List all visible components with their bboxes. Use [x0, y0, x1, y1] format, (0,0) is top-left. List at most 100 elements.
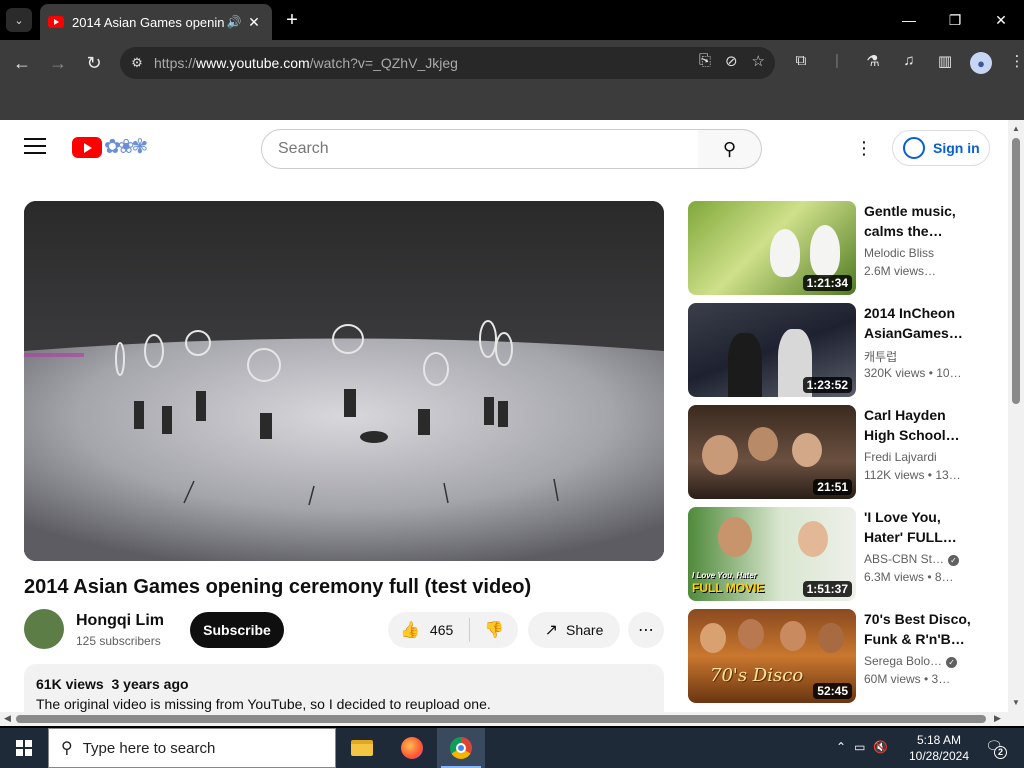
bookmark-star-icon[interactable]: ☆	[752, 52, 765, 70]
share-button[interactable]: ↗ Share	[528, 612, 620, 648]
scroll-right-arrow-icon[interactable]: ▶	[994, 713, 1001, 724]
video-duration: 1:51:37	[802, 581, 852, 597]
video-title-link[interactable]: Gentle music, calms the…	[864, 201, 984, 241]
browser-tab-strip: ⌄ 2014 Asian Games opening ceremony full…	[0, 0, 1024, 40]
forward-arrow-icon[interactable]: →	[46, 51, 70, 75]
tab-close-icon[interactable]: ✕	[244, 14, 264, 31]
video-title-link[interactable]: Carl Hayden High School…	[864, 405, 984, 445]
address-url[interactable]: https://www.youtube.com/watch?v=_QZhV_Jk…	[154, 55, 458, 71]
logo-doodle-flowers-icon[interactable]: ✿❀✾	[104, 134, 148, 159]
like-button[interactable]: 👍 465	[388, 618, 470, 642]
vertical-scroll-thumb[interactable]	[1012, 138, 1020, 404]
recommended-video[interactable]: 70's Disco 52:45 70's Best Disco, Funk & …	[688, 609, 988, 703]
browser-toolbar: ← → ↻ ⚙ https://www.youtube.com/watch?v=…	[0, 40, 1024, 86]
channel-name[interactable]: ABS-CBN St… ✓	[864, 552, 960, 566]
horizontal-scroll-thumb[interactable]	[16, 715, 986, 723]
search-input[interactable]: Search	[261, 129, 699, 169]
video-thumbnail[interactable]: 1:23:52	[688, 303, 856, 397]
video-thumbnail[interactable]: 1:21:34	[688, 201, 856, 295]
notifications-button[interactable]: 🗨 2	[982, 738, 1007, 759]
verified-check-icon: ✓	[946, 657, 958, 668]
tab-search-button[interactable]: ⌄	[6, 8, 32, 32]
bookmarks-bar	[0, 86, 1024, 120]
chevron-up-icon[interactable]: ⌃	[836, 740, 846, 754]
new-tab-button[interactable]: +	[282, 8, 302, 32]
scroll-left-arrow-icon[interactable]: ◀	[4, 713, 11, 724]
address-bar[interactable]: ⚙ https://www.youtube.com/watch?v=_QZhV_…	[120, 47, 775, 79]
recommended-video[interactable]: I Love You, Hater FULL MOVIE 1:51:37 'I …	[688, 507, 988, 601]
site-info-icon[interactable]: ⚙	[120, 55, 154, 71]
verified-check-icon: ✓	[948, 555, 960, 566]
system-clock[interactable]: 5:18 AM 10/28/2024	[904, 732, 974, 764]
settings-kebab-icon[interactable]: ⋮	[855, 137, 873, 159]
search-button[interactable]: ⚲	[698, 129, 762, 169]
description-box[interactable]: 61K views 3 years ago The original video…	[24, 664, 664, 712]
horizontal-scrollbar[interactable]: ◀ ▶	[0, 712, 1024, 726]
extensions-puzzle-icon[interactable]: ⧉	[790, 52, 812, 74]
media-control-icon[interactable]: ♫	[898, 52, 920, 74]
thumbnail-caption: I Love You, Hater	[692, 571, 757, 580]
channel-name[interactable]: Hongqi Lim	[76, 612, 164, 630]
network-icon[interactable]: ▭	[854, 740, 865, 754]
system-tray: ⌃ ▭ 🔇	[836, 740, 888, 754]
labs-flask-icon[interactable]: ⚗	[862, 52, 884, 74]
install-app-icon[interactable]: ⎘	[699, 52, 711, 70]
reload-icon[interactable]: ↻	[82, 51, 106, 75]
windows-taskbar: ⚲ Type here to search ⌃ ▭ 🔇 5:18 AM 10/2…	[0, 728, 1024, 768]
channel-avatar[interactable]	[24, 609, 64, 649]
video-title-link[interactable]: 'I Love You, Hater' FULL…	[864, 507, 984, 547]
video-player[interactable]	[24, 201, 664, 561]
side-panel-icon[interactable]: ▥	[934, 52, 956, 74]
browser-tab-active[interactable]: 2014 Asian Games opening ceremony full (…	[40, 4, 272, 40]
recommended-video[interactable]: 21:51 Carl Hayden High School… Fredi Lajv…	[688, 405, 988, 499]
video-duration: 52:45	[813, 683, 852, 699]
video-stats: 112K views • 13…	[864, 468, 961, 482]
youtube-logo[interactable]	[72, 137, 102, 158]
video-title-link[interactable]: 2014 InCheon AsianGames…	[864, 303, 984, 343]
video-thumbnail[interactable]: 21:51	[688, 405, 856, 499]
toolbar-divider: |	[835, 52, 839, 69]
taskbar-search-box[interactable]: ⚲ Type here to search	[48, 728, 336, 768]
scroll-up-arrow-icon[interactable]: ▲	[1012, 124, 1020, 133]
notification-count: 2	[994, 746, 1007, 759]
close-window-icon[interactable]: ✕	[986, 8, 1016, 32]
restore-icon[interactable]: ❐	[940, 8, 970, 32]
video-title-link[interactable]: 70's Best Disco, Funk & R'n'B…	[864, 609, 984, 649]
video-stats: 320K views • 10…	[864, 366, 962, 380]
thumbnail-caption: FULL MOVIE	[692, 581, 765, 595]
minimize-icon[interactable]: —	[894, 8, 924, 32]
sign-in-button[interactable]: Sign in	[892, 130, 990, 166]
volume-muted-icon[interactable]: 🔇	[873, 740, 888, 754]
channel-name[interactable]: 캐투럽	[864, 348, 897, 365]
taskbar-chrome[interactable]	[437, 728, 485, 768]
chrome-menu-icon[interactable]: ⋮	[1006, 52, 1024, 74]
taskbar-firefox[interactable]	[388, 728, 436, 768]
description-text: The original video is missing from YouTu…	[36, 696, 491, 712]
dislike-button[interactable]: 👎	[470, 620, 518, 640]
subscribe-button[interactable]: Subscribe	[190, 612, 284, 648]
recommended-video[interactable]: 1:23:52 2014 InCheon AsianGames… 캐투럽 320K…	[688, 303, 988, 397]
channel-name[interactable]: Melodic Bliss	[864, 246, 934, 260]
hamburger-menu-icon[interactable]	[24, 138, 46, 156]
video-thumbnail[interactable]: 70's Disco 52:45	[688, 609, 856, 703]
recommended-video[interactable]: 1:21:34 Gentle music, calms the… Melodic …	[688, 201, 988, 295]
channel-name[interactable]: Fredi Lajvardi	[864, 450, 937, 464]
masthead: ✿❀✾ Search ⚲ ⋮ Sign in	[0, 120, 1008, 176]
share-arrow-icon: ↗	[544, 622, 559, 639]
thumbs-up-icon: 👍	[400, 622, 420, 639]
search-icon: ⚲	[61, 740, 73, 757]
more-actions-button[interactable]: ⋯	[628, 612, 664, 648]
start-button[interactable]	[0, 728, 48, 768]
scroll-down-arrow-icon[interactable]: ▼	[1012, 698, 1020, 707]
eye-off-icon[interactable]: ⊘	[725, 52, 738, 70]
video-thumbnail[interactable]: I Love You, Hater FULL MOVIE 1:51:37	[688, 507, 856, 601]
profile-avatar-icon[interactable]: ●	[970, 52, 992, 74]
speaker-icon[interactable]: 🔊	[224, 15, 244, 29]
back-arrow-icon[interactable]: ←	[10, 51, 34, 75]
vertical-scrollbar[interactable]: ▲ ▼	[1008, 120, 1024, 712]
channel-name[interactable]: Serega Bolo… ✓	[864, 654, 958, 668]
video-stats: 6.3M views • 8…	[864, 570, 954, 584]
youtube-page: ✿❀✾ Search ⚲ ⋮ Sign in 2014 Asian Games …	[0, 120, 1008, 712]
taskbar-file-explorer[interactable]	[338, 728, 386, 768]
chevron-down-icon: ⌄	[14, 14, 24, 27]
